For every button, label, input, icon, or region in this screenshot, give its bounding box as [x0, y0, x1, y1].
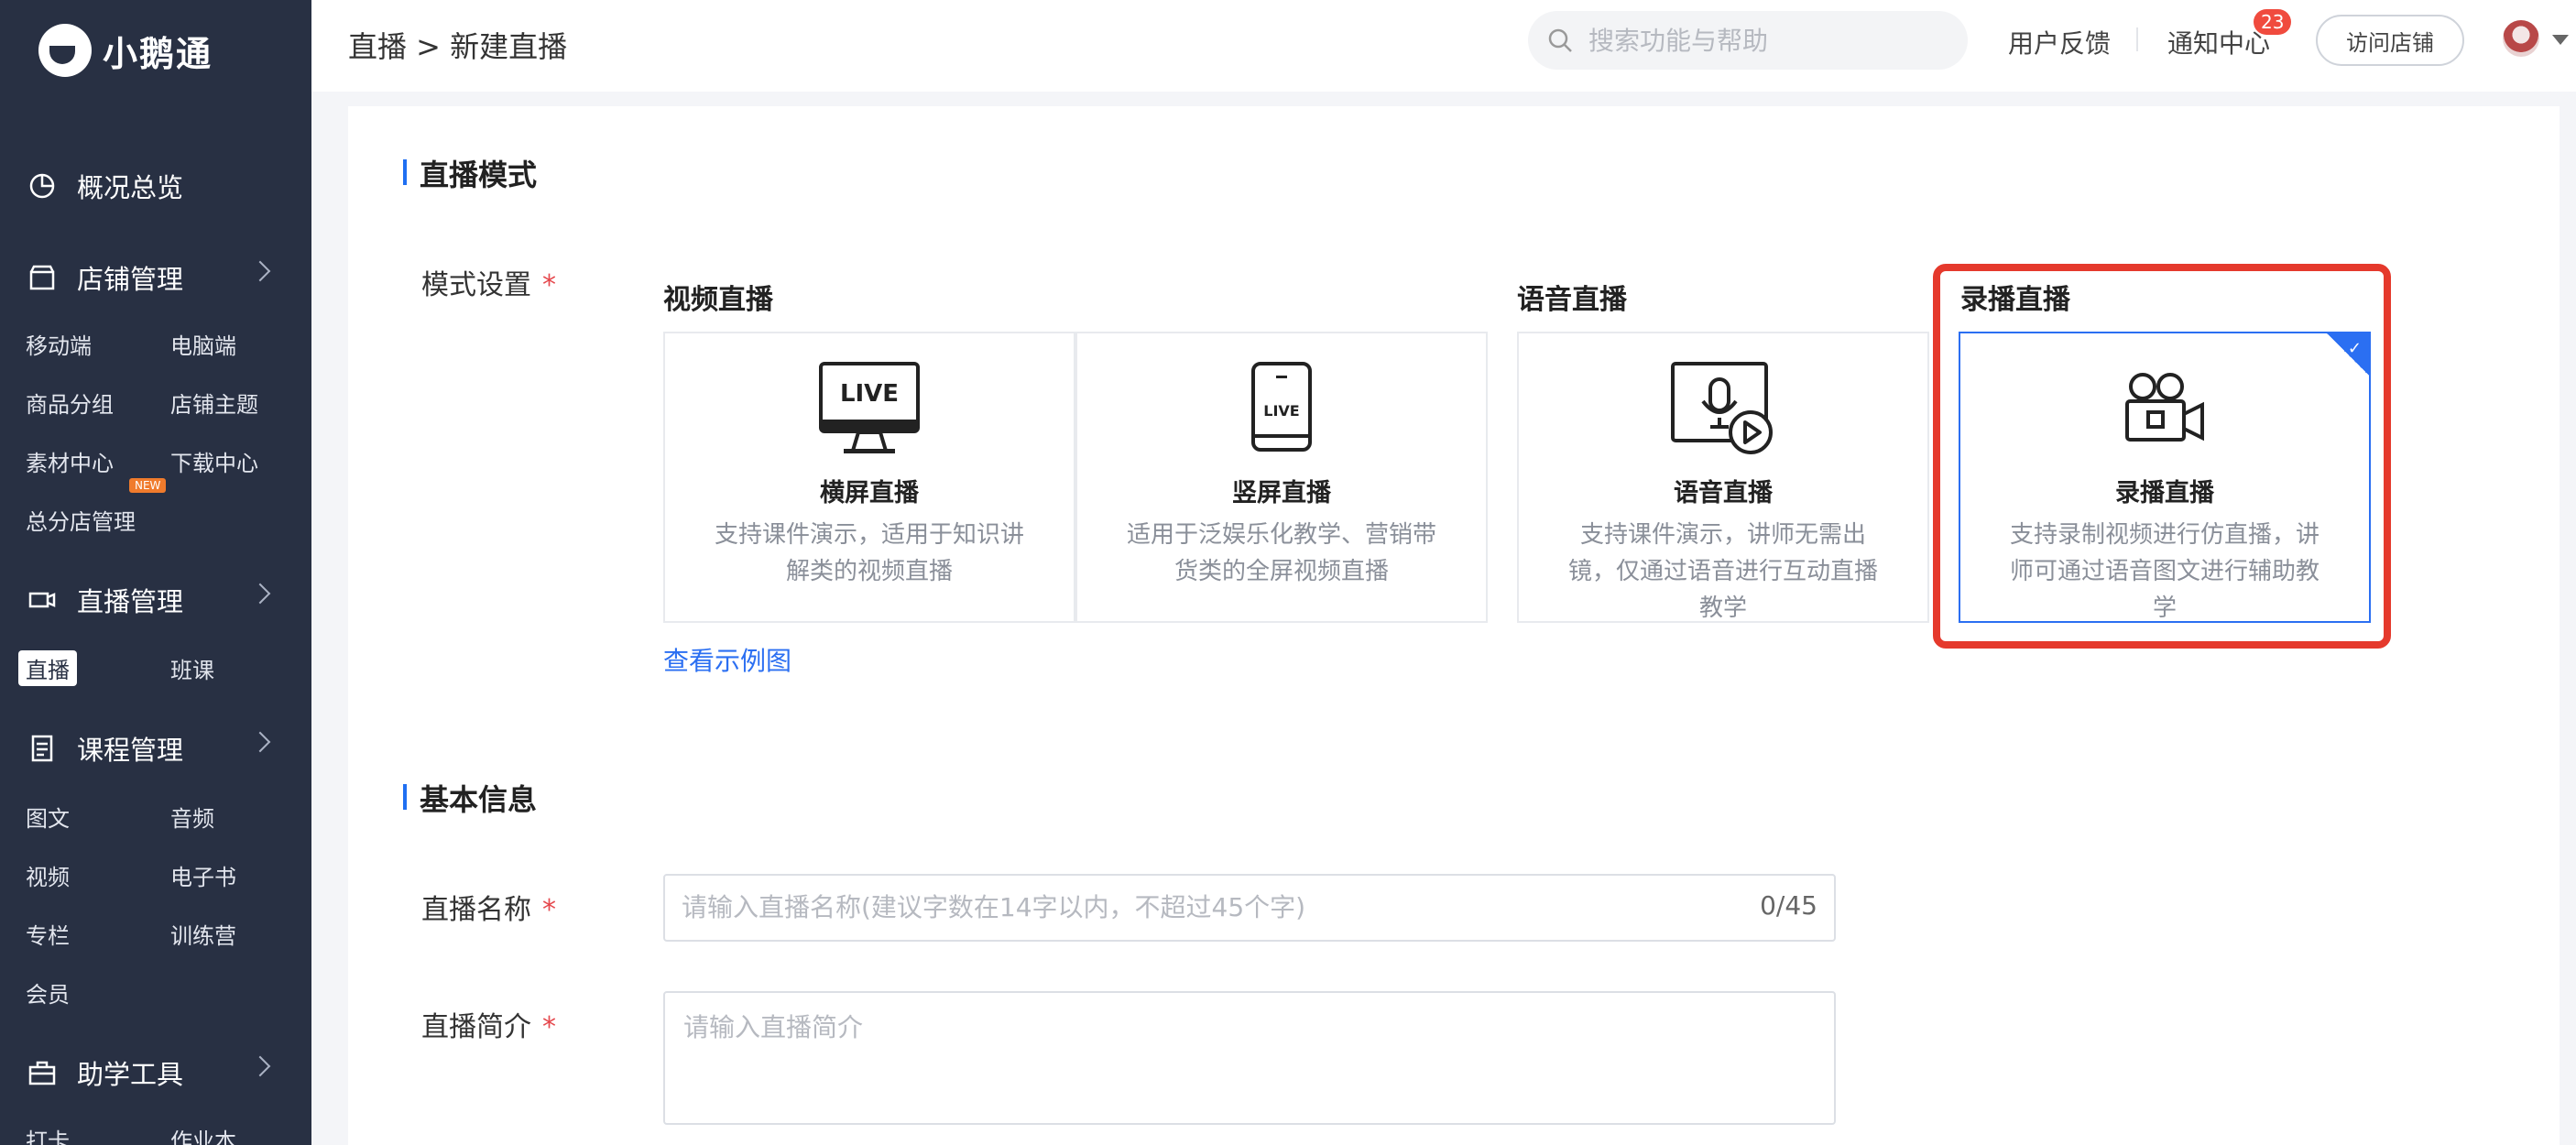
live-intro-field[interactable]	[663, 991, 1836, 1125]
mode-card-portrait[interactable]: LIVE 竖屏直播 适用于泛娱乐化教学、营销带货类的全屏视频直播	[1075, 332, 1488, 623]
mode-card-title: 语音直播	[1674, 479, 1773, 507]
field-label-text: 模式设置	[421, 269, 531, 301]
chevron-right-icon	[249, 583, 271, 605]
sidebar-item-label: 助学工具	[77, 1059, 184, 1090]
toolbox-icon	[26, 1056, 59, 1089]
mode-card-description: 支持课件演示，适用于知识讲解类的视频直播	[714, 521, 1024, 585]
sidebar-subitem-membership[interactable]: 会员	[26, 976, 70, 1009]
sidebar-subitem-homework[interactable]: 作业本	[170, 1123, 236, 1145]
mode-card-title: 录播直播	[2115, 479, 2214, 507]
mode-card-description: 支持课件演示，讲师无需出镜，仅通过语音进行互动直播教学	[1567, 521, 1878, 622]
sidebar-subitem-product-groups[interactable]: 商品分组	[26, 387, 114, 419]
sidebar-subitem-checkin[interactable]: 打卡	[26, 1123, 70, 1145]
microphone-play-icon	[1519, 361, 1927, 462]
char-counter: 0/45	[1760, 890, 1817, 921]
mode-card-title: 竖屏直播	[1232, 479, 1331, 507]
sidebar-item-label: 课程管理	[77, 735, 184, 766]
search-icon	[1548, 28, 1572, 52]
sidebar-item-label: 概况总览	[77, 172, 184, 203]
logo[interactable]: 小鹅通	[38, 24, 213, 77]
section-title-live-mode: 直播模式	[403, 152, 537, 194]
monitor-live-icon: LIVE	[665, 361, 1074, 462]
mode-card-description: 适用于泛娱乐化教学、营销带货类的全屏视频直播	[1126, 521, 1436, 585]
sidebar-item-label: 直播管理	[77, 586, 184, 617]
chevron-right-icon	[249, 260, 271, 282]
field-label-text: 直播名称	[421, 894, 531, 926]
feedback-link[interactable]: 用户反馈	[2008, 24, 2111, 60]
view-example-link[interactable]: 查看示例图	[663, 641, 791, 678]
phone-live-icon: LIVE	[1077, 361, 1486, 462]
goose-logo-icon	[38, 24, 92, 77]
sidebar-subitem-branch-management[interactable]: 总分店管理	[26, 504, 136, 536]
mode-card-recorded[interactable]: ✓ 录播直播 支持录制视频进行仿直播，讲师可通过语音图文进行辅助教学	[1959, 332, 2371, 623]
field-label-text: 直播简介	[421, 1011, 531, 1043]
required-mark: *	[542, 269, 556, 301]
chevron-right-icon	[249, 731, 271, 753]
pie-chart-icon	[26, 169, 59, 202]
sidebar-item-overview[interactable]: 概况总览	[26, 167, 267, 205]
mode-card-landscape[interactable]: LIVE 横屏直播 支持课件演示，适用于知识讲解类的视频直播	[663, 332, 1075, 623]
sidebar-subitem-video[interactable]: 视频	[26, 859, 70, 891]
visit-store-button[interactable]: 访问店铺	[2316, 15, 2464, 66]
store-icon	[26, 261, 59, 294]
sidebar-item-store-management[interactable]: 店铺管理	[26, 258, 271, 297]
header-divider	[2136, 27, 2138, 51]
sidebar-subitem-materials[interactable]: 素材中心	[26, 445, 114, 477]
sidebar-item-live-management[interactable]: 直播管理	[26, 581, 271, 619]
recording-camera-icon	[1960, 361, 2369, 462]
sidebar-subitem-store-theme[interactable]: 店铺主题	[170, 387, 258, 419]
svg-text:LIVE: LIVE	[1263, 402, 1299, 420]
mode-setting-label: 模式设置 *	[421, 262, 556, 302]
sidebar-subitem-pc[interactable]: 电脑端	[170, 328, 236, 360]
notification-count-badge: 23	[2254, 9, 2292, 35]
sidebar-subitem-mobile[interactable]: 移动端	[26, 328, 92, 360]
sidebar-subitem-live[interactable]: 直播	[18, 650, 77, 686]
live-name-label: 直播名称 *	[421, 887, 556, 927]
avatar[interactable]	[2503, 20, 2539, 57]
search-bar[interactable]	[1528, 11, 1968, 70]
main-content: 直播模式 模式设置 * 视频直播 语音直播 录播直播 LIVE 横屏直播 支持课件…	[348, 106, 2560, 1145]
mode-card-audio[interactable]: 语音直播 支持课件演示，讲师无需出镜，仅通过语音进行互动直播教学	[1517, 332, 1929, 623]
new-badge: NEW	[129, 478, 167, 493]
live-name-field[interactable]: 0/45	[663, 874, 1836, 942]
required-mark: *	[542, 1011, 556, 1043]
sidebar-subitem-column[interactable]: 专栏	[26, 918, 70, 950]
check-icon: ✓	[2347, 339, 2362, 358]
chevron-down-icon[interactable]	[2552, 35, 2569, 45]
video-camera-icon	[26, 583, 59, 616]
sidebar-subitem-ebook[interactable]: 电子书	[170, 859, 236, 891]
sidebar-subitem-bootcamp[interactable]: 训练营	[170, 918, 236, 950]
group-title-video: 视频直播	[663, 284, 773, 316]
sidebar: 小鹅通 概况总览 店铺管理 移动端 电脑端 商品分组 店铺主题 素材中心 下载中…	[0, 0, 311, 1145]
mode-card-title: 横屏直播	[820, 479, 919, 507]
sidebar-subitem-downloads[interactable]: 下载中心	[170, 445, 258, 477]
chevron-right-icon	[249, 1055, 271, 1077]
sidebar-item-learning-tools[interactable]: 助学工具	[26, 1053, 271, 1092]
document-icon	[26, 732, 59, 765]
sidebar-item-label: 店铺管理	[77, 264, 184, 295]
notification-center-link[interactable]: 通知中心	[2167, 24, 2270, 60]
group-title-audio: 语音直播	[1517, 284, 1627, 316]
live-intro-label: 直播简介 *	[421, 1004, 556, 1044]
live-intro-textarea[interactable]	[683, 1008, 1816, 1108]
top-header: 直播 > 新建直播 用户反馈 通知中心 23 访问店铺	[311, 0, 2576, 92]
live-name-input[interactable]	[682, 892, 1671, 922]
breadcrumb: 直播 > 新建直播	[348, 29, 568, 64]
sidebar-subitem-article[interactable]: 图文	[26, 801, 70, 833]
required-mark: *	[542, 894, 556, 926]
sidebar-item-course-management[interactable]: 课程管理	[26, 729, 271, 768]
section-title-basic-info: 基本信息	[403, 777, 537, 819]
svg-text:LIVE: LIVE	[840, 380, 899, 408]
group-title-recorded: 录播直播	[1960, 284, 2070, 316]
mode-card-description: 支持录制视频进行仿直播，讲师可通过语音图文进行辅助教学	[2009, 521, 2319, 622]
search-input[interactable]	[1588, 25, 1937, 56]
logo-text: 小鹅通	[103, 33, 213, 74]
sidebar-subitem-class[interactable]: 班课	[170, 652, 214, 684]
sidebar-subitem-audio[interactable]: 音频	[170, 801, 214, 833]
